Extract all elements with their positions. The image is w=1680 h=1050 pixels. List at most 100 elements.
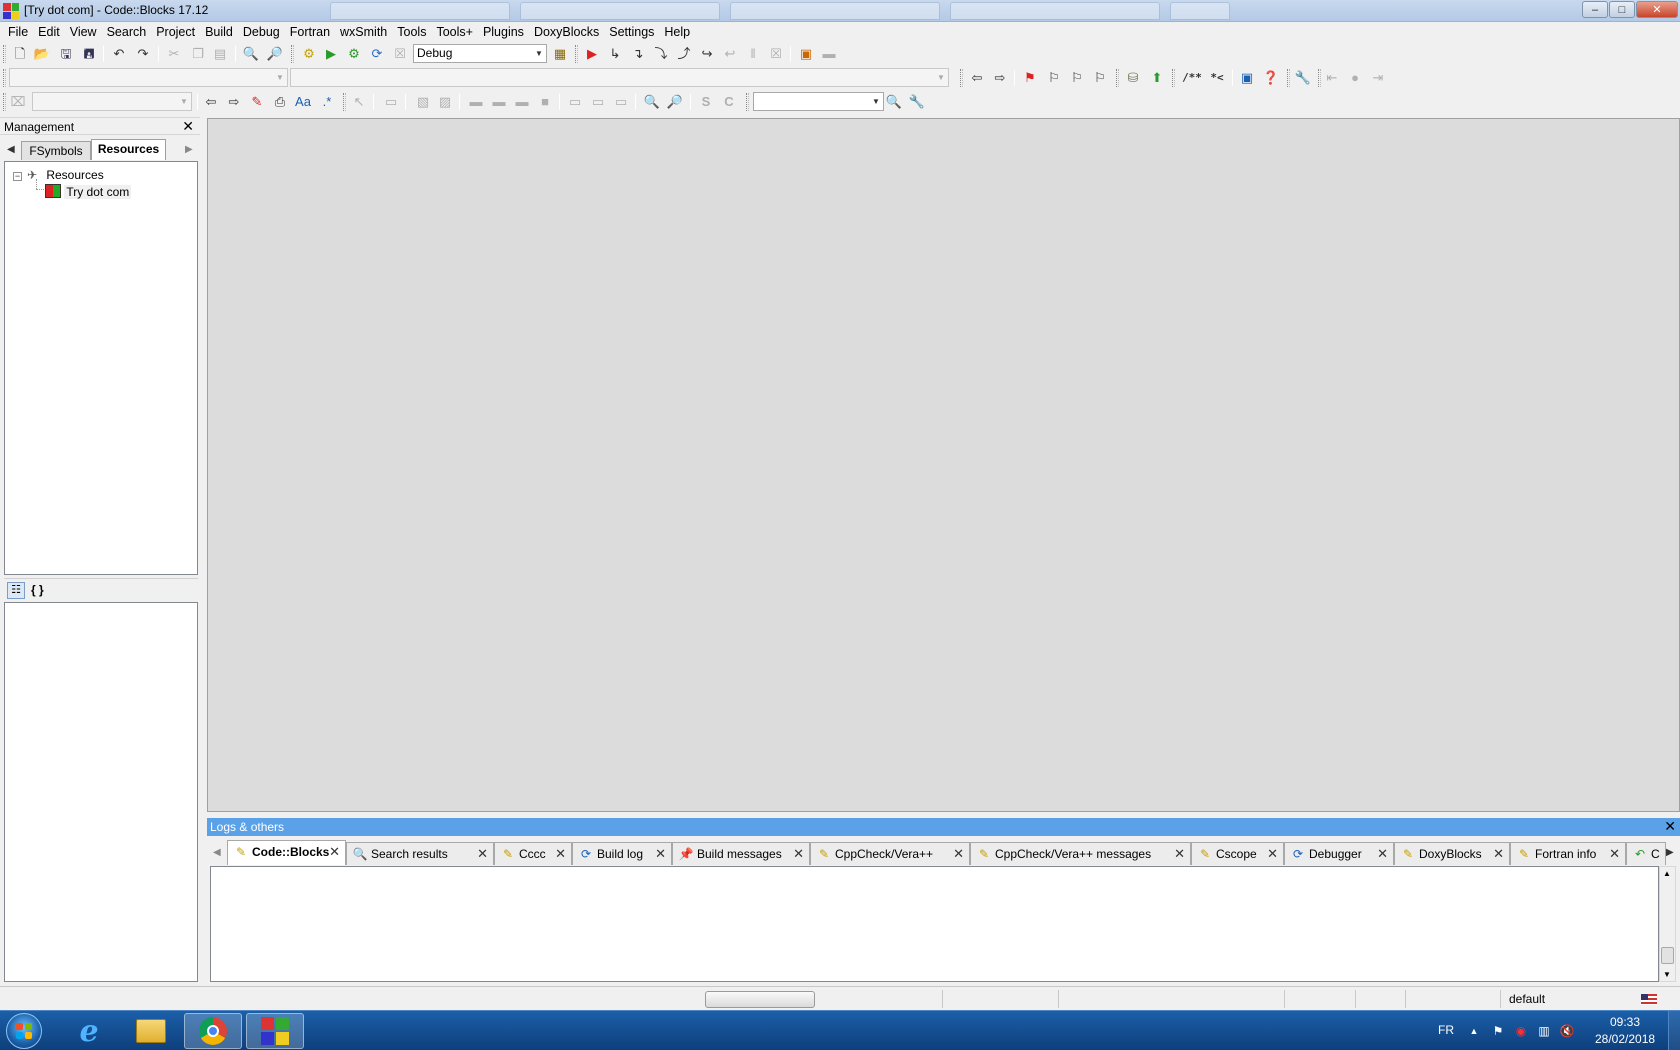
close-icon[interactable]: ✕ [477,843,488,864]
next-line-icon[interactable]: ↴ [629,45,647,63]
frame-icon[interactable]: ▭ [382,93,400,111]
menu-project[interactable]: Project [151,22,200,42]
toolbar-grip[interactable] [746,93,749,111]
pause-icon[interactable]: ‖ [744,45,762,63]
menu-tools[interactable]: Tools [392,22,431,42]
internet-explorer-icon[interactable]: e [60,1013,118,1049]
fortran-jump-icon[interactable]: ⬆ [1148,69,1166,87]
debug-continue-icon[interactable]: ▶ [583,45,601,63]
minimize-button[interactable]: – [1582,1,1608,18]
border-left-icon[interactable]: ▭ [566,93,584,111]
doxywizard-icon[interactable]: ▣ [1238,69,1256,87]
tab-cppcheck-vera-messages[interactable]: ✎ CppCheck/Vera++ messages ✕ [970,842,1191,865]
border-center-icon[interactable]: ▭ [589,93,607,111]
various-info-icon[interactable]: ▬ [820,45,838,63]
close-icon[interactable]: ✕ [182,118,194,135]
build-gear-icon[interactable]: ⚙ [300,45,318,63]
close-icon[interactable]: ✕ [1664,818,1676,835]
sizer-fill-icon[interactable]: ■ [536,93,554,111]
collapse-icon[interactable]: − [13,172,22,181]
search-next-icon[interactable]: ⇨ [225,93,243,111]
show-desktop-button[interactable] [1668,1011,1680,1050]
previous-change-icon[interactable]: ⇤ [1323,69,1341,87]
clear-search-icon[interactable]: ⌧ [9,93,27,111]
tab-scroll-right-icon[interactable]: ▶ [185,144,193,155]
open-folder-icon[interactable]: 📂 [33,45,51,63]
redo-icon[interactable]: ↷ [134,45,152,63]
close-icon[interactable]: ✕ [1493,843,1504,864]
zoom-out-icon[interactable]: 🔎 [666,93,684,111]
toolbar-grip[interactable] [3,69,6,87]
incremental-search-input[interactable]: ▼ [32,92,192,111]
rebuild-icon[interactable]: ⟳ [368,45,386,63]
undo-icon[interactable]: ↶ [110,45,128,63]
maximize-button[interactable]: □ [1609,1,1635,18]
toggle-bookmark-icon[interactable]: ⚑ [1021,69,1039,87]
wrench-icon[interactable]: 🔧 [1294,69,1312,87]
tab-cccc[interactable]: ✎ Cccc ✕ [494,842,572,865]
network-icon[interactable]: ▥ [1536,1023,1552,1039]
clock-date[interactable]: 28/02/2018 [1595,1032,1655,1046]
step-into-instruction-icon[interactable]: ↩ [721,45,739,63]
debugging-windows-icon[interactable]: ▣ [797,45,815,63]
close-icon[interactable]: ✕ [793,843,804,864]
list-view-icon[interactable]: ☷ [7,582,25,599]
jump-forward-icon[interactable]: ⇨ [991,69,1009,87]
menu-help[interactable]: Help [659,22,695,42]
thread-search-input[interactable]: ▼ [753,92,884,111]
tab-cppcheck-vera[interactable]: ✎ CppCheck/Vera++ ✕ [810,842,970,865]
run-icon[interactable]: ▶ [322,45,340,63]
tab-search-results[interactable]: 🔍 Search results ✕ [346,842,494,865]
toolbar-grip[interactable] [343,93,346,111]
toolbar-grip[interactable] [1318,69,1321,87]
language-indicator[interactable]: FR [1438,1023,1454,1037]
zoom-in-icon[interactable]: 🔍 [643,93,661,111]
volume-muted-icon[interactable]: 🔇 [1559,1023,1575,1039]
scope-select[interactable]: ▼ [9,68,288,87]
tab-doxyblocks[interactable]: ✎ DoxyBlocks ✕ [1394,842,1510,865]
tab-build-log[interactable]: ⟳ Build log ✕ [572,842,672,865]
menu-wxsmith[interactable]: wxSmith [335,22,392,42]
sizer-bottom-icon[interactable]: ▬ [513,93,531,111]
log-output[interactable] [210,866,1659,982]
close-icon[interactable]: ✕ [1377,843,1388,864]
antivirus-icon[interactable]: ◉ [1513,1023,1529,1039]
editor-area[interactable] [207,118,1680,812]
toolbar-grip[interactable] [1287,69,1290,87]
step-into-icon[interactable]: ⤵ [652,45,670,63]
menu-doxyblocks[interactable]: DoxyBlocks [529,22,604,42]
doxy-line-comment-button[interactable]: *< [1205,69,1229,87]
menu-tools-plus[interactable]: Tools+ [431,22,477,42]
find-icon[interactable]: 🔍 [242,45,260,63]
file-explorer-icon[interactable] [122,1013,180,1049]
tab-c-partial[interactable]: ↶ C [1626,842,1666,865]
jump-back-icon[interactable]: ⇦ [968,69,986,87]
horizontal-scroll-thumb[interactable] [705,991,815,1008]
regex-icon[interactable]: .* [318,93,336,111]
close-window-button[interactable]: ✕ [1636,1,1678,18]
menu-plugins[interactable]: Plugins [478,22,529,42]
scroll-down-icon[interactable]: ▼ [1663,970,1671,979]
build-target-select[interactable]: Debug ▼ [413,44,547,63]
close-icon[interactable]: ✕ [329,841,340,862]
tab-scroll-right-icon[interactable]: ▶ [1666,847,1674,858]
codeblocks-taskbar-icon[interactable] [246,1013,304,1049]
toolbar-grip[interactable] [3,93,6,111]
thread-search-icon[interactable]: 🔍 [885,93,903,111]
next-change-icon[interactable]: ⇥ [1369,69,1387,87]
abort-icon[interactable]: ☒ [391,45,409,63]
new-file-icon[interactable]: 🗋 [11,45,29,63]
symbol-c-icon[interactable]: C [720,93,738,111]
tab-fsymbols[interactable]: FSymbols [21,141,91,160]
close-icon[interactable]: ✕ [555,843,566,864]
search-previous-icon[interactable]: ⇦ [202,93,220,111]
image-icon[interactable]: ▧ [414,93,432,111]
show-hidden-icons-icon[interactable]: ▲ [1466,1023,1482,1039]
menu-edit[interactable]: Edit [33,22,65,42]
chrome-icon[interactable] [184,1013,242,1049]
tree-node-resources[interactable]: ✈ Resources [27,167,104,183]
paste-icon[interactable]: ▤ [211,45,229,63]
action-center-flag-icon[interactable]: ⚑ [1490,1023,1506,1039]
show-select-target-icon[interactable]: ▦ [551,45,569,63]
doxy-block-comment-button[interactable]: /** [1180,69,1204,87]
